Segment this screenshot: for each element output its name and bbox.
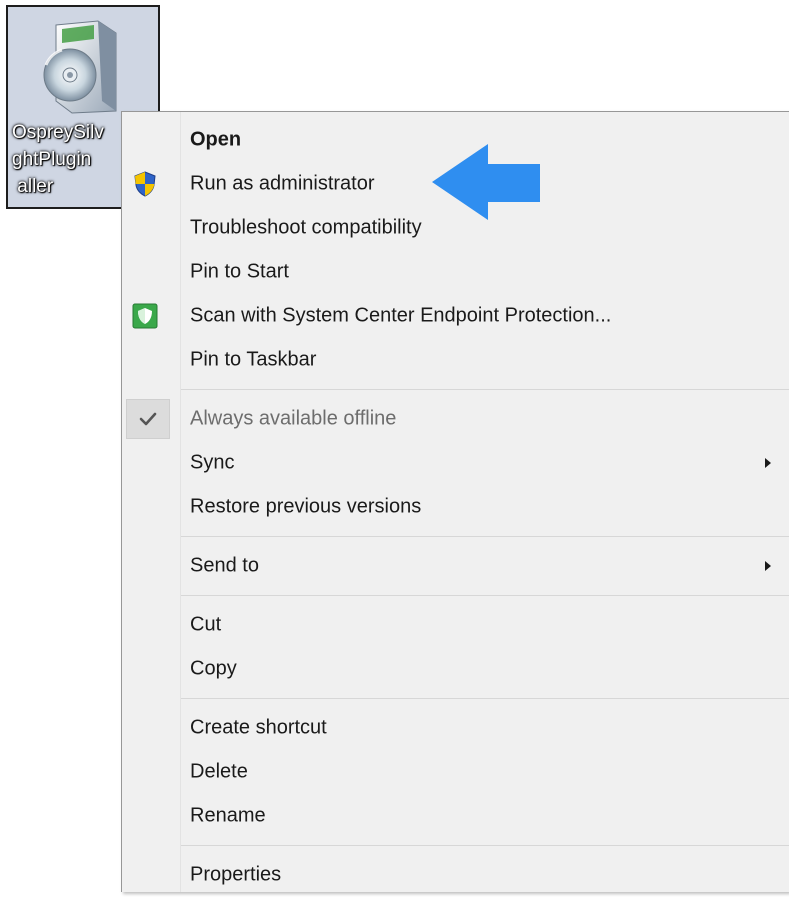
- context-menu: Open Run as administrator Troubleshoot co…: [121, 111, 789, 892]
- menu-item-properties[interactable]: Properties: [122, 853, 789, 897]
- menu-item-label: Pin to Start: [190, 260, 289, 283]
- menu-separator: [181, 536, 789, 537]
- menu-item-label: Properties: [190, 863, 282, 886]
- menu-item-label: Delete: [190, 760, 248, 783]
- menu-item-restore-previous-versions[interactable]: Restore previous versions: [122, 485, 789, 529]
- endpoint-protection-icon: [132, 303, 158, 329]
- installer-box-cd-icon: [43, 20, 117, 114]
- checkmark-icon: [126, 399, 170, 439]
- submenu-arrow-icon: [765, 458, 771, 468]
- menu-item-label: Pin to Taskbar: [190, 348, 317, 371]
- menu-item-label: Run as administrator: [190, 172, 375, 195]
- menu-item-scan-with-system-center-endpoint-protection[interactable]: Scan with System Center Endpoint Protect…: [122, 294, 789, 338]
- menu-item-label: Restore previous versions: [190, 495, 422, 518]
- menu-item-label: Rename: [190, 804, 266, 827]
- menu-item-label: Scan with System Center Endpoint Protect…: [190, 304, 612, 327]
- menu-item-label: Open: [190, 128, 242, 151]
- menu-items: Open Run as administrator Troubleshoot co…: [122, 118, 789, 897]
- menu-item-label: Cut: [190, 613, 222, 636]
- menu-item-always-available-offline[interactable]: Always available offline: [122, 397, 789, 441]
- menu-item-pin-to-start[interactable]: Pin to Start: [122, 250, 789, 294]
- menu-item-copy[interactable]: Copy: [122, 647, 789, 691]
- menu-item-create-shortcut[interactable]: Create shortcut: [122, 706, 789, 750]
- menu-item-delete[interactable]: Delete: [122, 750, 789, 794]
- menu-separator: [181, 698, 789, 699]
- uac-shield-icon: [132, 171, 158, 197]
- menu-item-pin-to-taskbar[interactable]: Pin to Taskbar: [122, 338, 789, 382]
- pointer-arrow-icon: [432, 144, 540, 220]
- menu-item-label: Always available offline: [190, 407, 397, 430]
- menu-separator: [181, 845, 789, 846]
- menu-item-label: Troubleshoot compatibility: [190, 216, 422, 239]
- menu-item-cut[interactable]: Cut: [122, 603, 789, 647]
- menu-separator: [181, 389, 789, 390]
- submenu-arrow-icon: [765, 561, 771, 571]
- menu-item-label: Create shortcut: [190, 716, 327, 739]
- menu-item-send-to[interactable]: Send to: [122, 544, 789, 588]
- menu-separator: [181, 595, 789, 596]
- menu-item-label: Send to: [190, 554, 259, 577]
- menu-item-sync[interactable]: Sync: [122, 441, 789, 485]
- menu-item-label: Copy: [190, 657, 237, 680]
- menu-item-label: Sync: [190, 451, 235, 474]
- menu-item-rename[interactable]: Rename: [122, 794, 789, 838]
